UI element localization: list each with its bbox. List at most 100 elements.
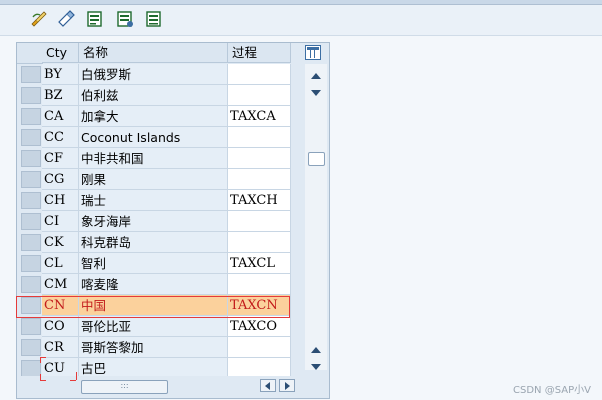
row-selector[interactable] <box>21 234 41 251</box>
new-entries-button[interactable] <box>85 9 105 29</box>
watermark: CSDN @SAP小V <box>513 385 591 396</box>
scroll-right-button[interactable] <box>279 379 295 392</box>
delete-button[interactable] <box>144 9 164 29</box>
procedure-input-cell[interactable]: TAXCO <box>228 316 291 337</box>
procedure-input-cell[interactable] <box>228 232 291 253</box>
country-code-cell: CK <box>42 232 79 253</box>
country-name-cell: Coconut Islands <box>79 127 228 148</box>
row-selector[interactable] <box>21 318 41 335</box>
procedure-input-cell[interactable] <box>228 211 291 232</box>
country-name-cell: 科克群岛 <box>79 232 228 253</box>
table-row[interactable]: CH 瑞士 TAXCH <box>17 190 304 211</box>
delete-icon <box>146 11 161 27</box>
procedure-input-cell[interactable] <box>228 148 291 169</box>
page-down-arrow-icon[interactable] <box>311 364 321 370</box>
vertical-scrollbar[interactable] <box>305 64 327 370</box>
table-row[interactable]: CR 哥斯答黎加 <box>17 337 304 358</box>
country-name-cell: 智利 <box>79 253 228 274</box>
procedure-input-cell[interactable] <box>228 127 291 148</box>
row-selector[interactable] <box>21 297 41 314</box>
page-up-arrow-icon[interactable] <box>311 347 321 353</box>
row-selector[interactable] <box>21 339 41 356</box>
country-code-cell: BY <box>42 64 79 85</box>
row-selector[interactable] <box>21 276 41 293</box>
horizontal-scroll-thumb[interactable]: ::: <box>81 380 168 394</box>
table-row[interactable]: CG 刚果 <box>17 169 304 190</box>
row-selector[interactable] <box>21 108 41 125</box>
row-selector[interactable] <box>21 255 41 272</box>
procedure-input-cell[interactable] <box>228 337 291 358</box>
row-selector[interactable] <box>21 171 41 188</box>
column-header-procedure[interactable]: 过程 <box>228 43 291 63</box>
horizontal-scrollbar[interactable]: ::: <box>17 376 329 396</box>
row-selector[interactable] <box>21 87 41 104</box>
country-name-cell: 白俄罗斯 <box>79 64 228 85</box>
procedure-input-cell[interactable]: TAXCN <box>228 295 291 316</box>
table-row[interactable]: CC Coconut Islands <box>17 127 304 148</box>
row-selector[interactable] <box>21 360 41 377</box>
copy-as-button[interactable] <box>115 9 135 29</box>
row-selector[interactable] <box>21 192 41 209</box>
country-name-cell: 哥斯答黎加 <box>79 337 228 358</box>
procedure-input-cell[interactable] <box>228 85 291 106</box>
table-row[interactable]: BY 白俄罗斯 <box>17 64 304 85</box>
country-name-cell: 喀麦隆 <box>79 274 228 295</box>
scroll-up-arrow-icon[interactable] <box>311 73 321 79</box>
table-row[interactable]: CF 中非共和国 <box>17 148 304 169</box>
focus-corner-marker <box>76 372 77 380</box>
country-name-cell: 中国 <box>79 295 228 316</box>
table-row[interactable]: CK 科克群岛 <box>17 232 304 253</box>
row-selector[interactable] <box>21 66 41 83</box>
procedure-input-cell[interactable]: TAXCH <box>228 190 291 211</box>
country-name-cell: 瑞士 <box>79 190 228 211</box>
column-header-name[interactable]: 名称 <box>79 43 228 63</box>
table-settings-icon[interactable] <box>305 45 321 60</box>
country-code-cell: CH <box>42 190 79 211</box>
country-code-cell: CA <box>42 106 79 127</box>
table-row[interactable]: CO 哥伦比亚 TAXCO <box>17 316 304 337</box>
edit-icon <box>31 11 47 27</box>
table-row[interactable]: BZ 伯利兹 <box>17 85 304 106</box>
table-row[interactable]: CA 加拿大 TAXCA <box>17 106 304 127</box>
country-code-cell: CL <box>42 253 79 274</box>
table-row[interactable]: CM 喀麦隆 <box>17 274 304 295</box>
row-selector[interactable] <box>21 150 41 167</box>
edit-button[interactable] <box>29 9 49 29</box>
table-row[interactable]: CL 智利 TAXCL <box>17 253 304 274</box>
table-row[interactable]: CN 中国 TAXCN <box>17 295 304 316</box>
country-code-cell: CF <box>42 148 79 169</box>
column-header-country[interactable]: Cty <box>42 43 79 63</box>
procedure-input-cell[interactable] <box>228 64 291 85</box>
country-name-cell: 中非共和国 <box>79 148 228 169</box>
country-code-cell: CR <box>42 337 79 358</box>
row-selector[interactable] <box>21 129 41 146</box>
country-code-cell: CI <box>42 211 79 232</box>
country-name-cell: 哥伦比亚 <box>79 316 228 337</box>
new-entries-icon <box>87 11 102 27</box>
arrow-left-icon <box>265 382 270 390</box>
focus-corner-marker <box>40 357 41 363</box>
application-toolbar <box>0 5 602 36</box>
vertical-scroll-thumb[interactable] <box>308 152 325 166</box>
country-code-cell: CC <box>42 127 79 148</box>
display-change-button[interactable] <box>56 9 76 29</box>
procedure-input-cell[interactable]: TAXCA <box>228 106 291 127</box>
procedure-input-cell[interactable] <box>228 274 291 295</box>
country-code-cell: BZ <box>42 85 79 106</box>
select-all-corner[interactable] <box>17 43 43 64</box>
country-code-cell: CM <box>42 274 79 295</box>
country-name-cell: 刚果 <box>79 169 228 190</box>
scroll-left-button[interactable] <box>260 379 276 392</box>
country-code-cell: CG <box>42 169 79 190</box>
focus-corner-marker <box>70 380 76 381</box>
procedure-input-cell[interactable] <box>228 169 291 190</box>
country-name-cell: 加拿大 <box>79 106 228 127</box>
table-row[interactable]: CI 象牙海岸 <box>17 211 304 232</box>
scroll-down-arrow-icon[interactable] <box>311 90 321 96</box>
arrow-right-icon <box>285 382 290 390</box>
procedure-input-cell[interactable]: TAXCL <box>228 253 291 274</box>
row-selector[interactable] <box>21 213 41 230</box>
country-code-cell: CN <box>42 295 79 316</box>
country-name-cell: 伯利兹 <box>79 85 228 106</box>
display-change-icon <box>58 10 75 27</box>
